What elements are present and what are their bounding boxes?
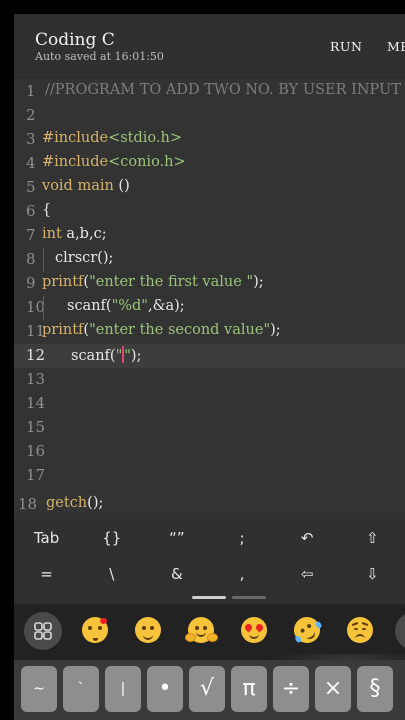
line-number: 14 (26, 394, 46, 412)
line-number: 4 (26, 154, 36, 172)
multiply-key[interactable]: × (315, 666, 351, 712)
backtick-key[interactable]: ` (63, 666, 99, 712)
symbol-row-1: Tab {} “” ; ↶ ⇧ (14, 520, 405, 556)
code-line[interactable]: 8 clrscr(); (14, 248, 405, 272)
rofl-emoji-icon[interactable] (288, 611, 326, 649)
comma-key[interactable]: , (215, 565, 270, 583)
app-header: Coding C Auto saved at 16:01:50 RUN MENU (14, 14, 405, 76)
screen: Coding C Auto saved at 16:01:50 RUN MENU… (14, 14, 405, 720)
code-line[interactable]: 2 (14, 104, 405, 128)
code-text: scanf("%d",&a); (67, 298, 185, 314)
grid-icon[interactable] (24, 612, 62, 650)
hugging-emoji-icon[interactable] (185, 615, 218, 645)
code-line[interactable]: 15 (14, 416, 405, 440)
line-number: 15 (26, 418, 46, 436)
code-text: scanf(" "); (71, 346, 142, 364)
emoji-bar (14, 604, 405, 660)
section-key[interactable]: § (357, 666, 393, 712)
line-number: 1 (26, 82, 36, 100)
code-text: //PROGRAM TO ADD TWO NO. BY USER INPUT (45, 82, 401, 98)
line-number: 8 (26, 250, 36, 268)
page-indicator-active (192, 596, 226, 599)
divide-key[interactable]: ÷ (273, 666, 309, 712)
code-text: clrscr(); (55, 250, 114, 266)
kissing-heart-emoji-icon[interactable] (80, 615, 110, 645)
sqrt-key[interactable]: √ (189, 666, 225, 712)
code-text: #include<conio.h> (42, 154, 186, 170)
code-text: { (42, 202, 52, 218)
pipe-key[interactable]: | (105, 666, 141, 712)
braces-key[interactable]: {} (84, 529, 139, 547)
symbol-row-2: = \ & , ⇦ ⇩ (14, 556, 405, 592)
symbol-keyboard: Tab {} “” ; ↶ ⇧ = \ & , ⇦ ⇩ (14, 520, 405, 600)
code-line[interactable]: 16 (14, 440, 405, 464)
autosave-status: Auto saved at 16:01:50 (35, 50, 164, 63)
code-text: void main () (42, 178, 130, 194)
code-line[interactable]: 17 (14, 464, 405, 488)
disappointed-emoji-icon[interactable] (345, 615, 375, 645)
code-text: int a,b,c; (42, 226, 107, 242)
code-line[interactable]: 3 #include<stdio.h> (14, 128, 405, 152)
equals-key[interactable]: = (19, 565, 74, 583)
grinning-emoji-icon[interactable] (133, 615, 163, 645)
line-number: 6 (26, 202, 36, 220)
code-line[interactable]: 18 getch(); (14, 493, 405, 517)
code-text: printf("enter the second value"); (42, 322, 281, 338)
line-number: 16 (26, 442, 46, 460)
code-line[interactable]: 5 void main () (14, 176, 405, 200)
code-line[interactable]: 1 //PROGRAM TO ADD TWO NO. BY USER INPUT (14, 80, 405, 104)
code-line[interactable]: 6 { (14, 200, 405, 224)
code-text: #include<stdio.h> (42, 130, 183, 146)
quotes-key[interactable]: “” (149, 529, 204, 547)
code-line[interactable]: 13 (14, 368, 405, 392)
math-keys-row: ~ ` | • √ π ÷ × § (14, 660, 405, 720)
tilde-key[interactable]: ~ (21, 666, 57, 712)
code-line-active[interactable]: 12 scanf(" "); (14, 344, 405, 368)
bullet-key[interactable]: • (147, 666, 183, 712)
semicolon-key[interactable]: ; (215, 529, 270, 547)
indent-guide (43, 248, 44, 272)
heart-eyes-emoji-icon[interactable] (239, 615, 269, 645)
code-line[interactable]: 11 printf("enter the second value"); (14, 320, 405, 344)
ampersand-key[interactable]: & (149, 565, 204, 583)
line-number: 17 (26, 466, 46, 484)
undo-icon[interactable]: ↶ (280, 529, 335, 547)
line-number: 13 (26, 370, 46, 388)
line-number: 5 (26, 178, 36, 196)
more-emoji-button[interactable] (395, 612, 405, 650)
run-button[interactable]: RUN (330, 39, 362, 54)
tab-key[interactable]: Tab (19, 529, 74, 547)
line-number: 2 (26, 106, 36, 124)
code-text: getch(); (46, 495, 104, 511)
arrow-down-icon[interactable]: ⇩ (345, 565, 400, 583)
code-line[interactable]: 4 #include<conio.h> (14, 152, 405, 176)
code-line[interactable]: 9 printf("enter the first value "); (14, 272, 405, 296)
page-indicator (232, 596, 266, 599)
code-line[interactable]: 14 (14, 392, 405, 416)
arrow-up-icon[interactable]: ⇧ (345, 529, 400, 547)
line-number: 9 (26, 274, 36, 292)
code-text: printf("enter the first value "); (42, 274, 264, 290)
indent-guide (43, 296, 44, 320)
line-number: 18 (18, 495, 38, 513)
code-editor[interactable]: 1 //PROGRAM TO ADD TWO NO. BY USER INPUT… (14, 79, 405, 519)
pi-key[interactable]: π (231, 666, 267, 712)
code-line[interactable]: 10 scanf("%d",&a); (14, 296, 405, 320)
code-line[interactable]: 7 int a,b,c; (14, 224, 405, 248)
backslash-key[interactable]: \ (84, 565, 139, 583)
line-number: 7 (26, 226, 36, 244)
menu-button[interactable]: MENU (387, 39, 405, 54)
arrow-left-icon[interactable]: ⇦ (280, 565, 335, 583)
line-number: 12 (26, 346, 46, 364)
file-title: Coding C (35, 30, 115, 50)
line-number: 3 (26, 130, 36, 148)
